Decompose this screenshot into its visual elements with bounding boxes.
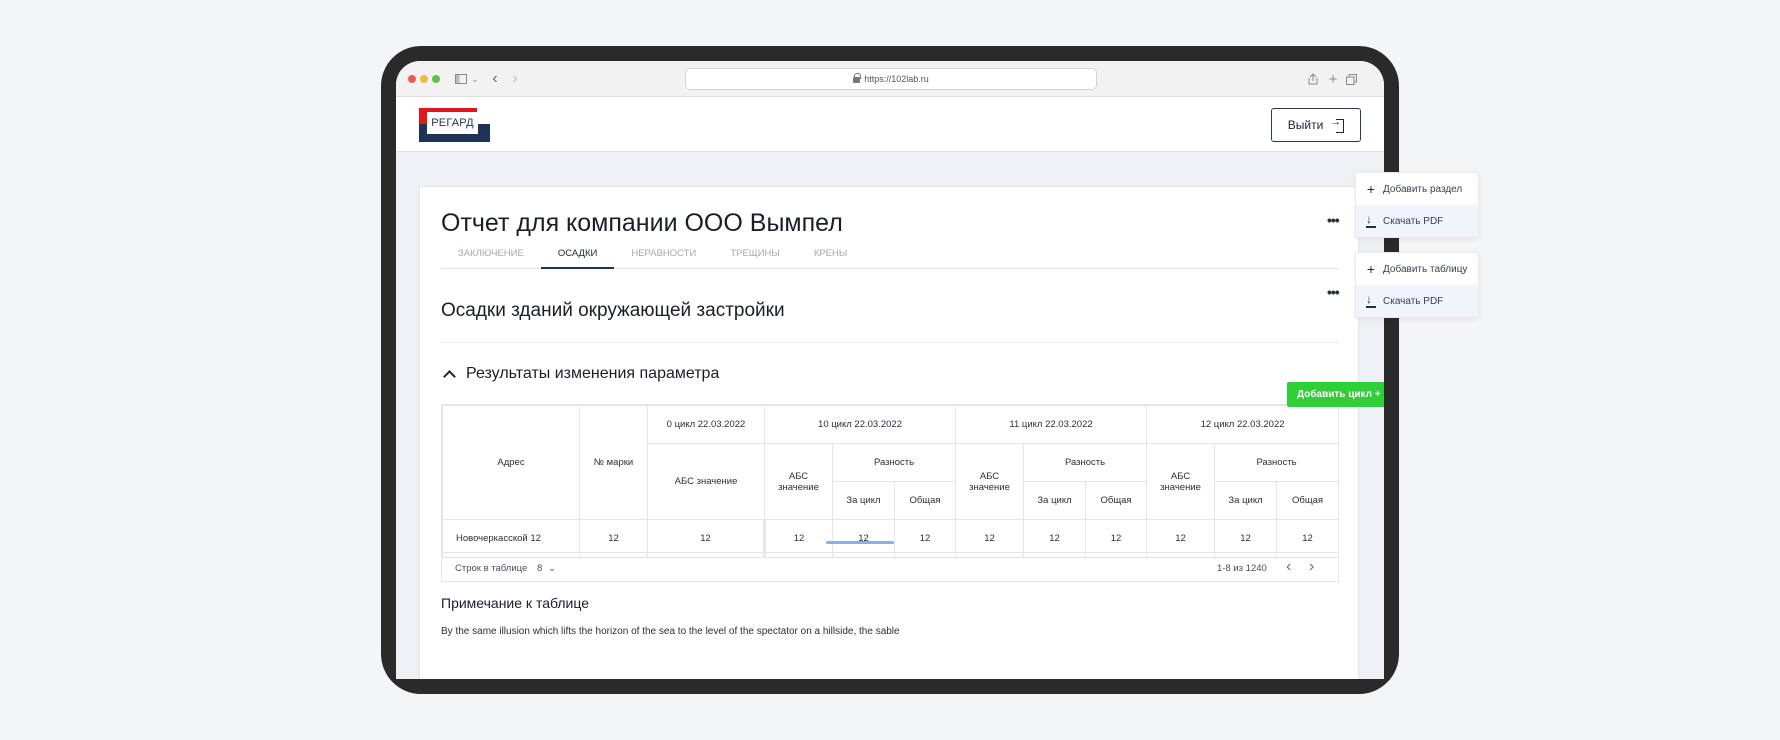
download-pdf-item[interactable]: Скачать PDF bbox=[1356, 285, 1478, 317]
rows-per-page-value: 8 bbox=[537, 563, 543, 574]
table-pagination: Строк в таблице 8 ⌄ 1-8 из 1240 ‹ › bbox=[442, 552, 1338, 582]
maximize-window-button[interactable] bbox=[432, 75, 440, 83]
logout-button[interactable]: Выйти bbox=[1271, 108, 1361, 142]
address-bar[interactable]: https://102lab.ru bbox=[685, 68, 1097, 90]
download-icon bbox=[1366, 292, 1376, 308]
page-title: Отчет для компании ООО Вымпел bbox=[441, 209, 843, 237]
close-window-button[interactable] bbox=[408, 75, 416, 83]
lock-icon bbox=[853, 73, 862, 83]
header-cycle-0: 0 цикл 22.03.2022 bbox=[647, 405, 765, 444]
logout-icon bbox=[1330, 116, 1345, 133]
header-diff-11: Разность bbox=[1023, 443, 1148, 482]
rows-per-page-select[interactable]: 8 ⌄ bbox=[537, 563, 556, 574]
header-mark: № марки bbox=[579, 405, 648, 520]
report-card: Отчет для компании ООО Вымпел ••• ЗАКЛЮЧ… bbox=[419, 186, 1359, 679]
app-header: РЕГАРД Выйти bbox=[396, 97, 1384, 152]
share-icon[interactable] bbox=[1306, 70, 1320, 88]
logout-label: Выйти bbox=[1287, 118, 1324, 132]
pagination-range: 1-8 из 1240 bbox=[1217, 563, 1267, 574]
section-actions-menu: + Добавить раздел Скачать PDF bbox=[1355, 172, 1479, 238]
header-total-11: Общая bbox=[1085, 481, 1148, 520]
header-per-cycle-11: За цикл bbox=[1023, 481, 1087, 520]
chevron-up-icon[interactable] bbox=[443, 370, 456, 383]
new-tab-icon[interactable]: + bbox=[1326, 70, 1340, 88]
header-cycle-10: 10 цикл 22.03.2022 bbox=[763, 405, 957, 444]
horizontal-scrollbar[interactable] bbox=[826, 541, 894, 544]
section-divider bbox=[441, 342, 1339, 343]
header-per-cycle-12: За цикл bbox=[1214, 481, 1278, 520]
minimize-window-button[interactable] bbox=[420, 75, 428, 83]
chevron-down-icon[interactable]: ⌄ bbox=[470, 70, 480, 88]
plus-icon: + bbox=[1366, 261, 1376, 277]
browser-toolbar: ⌄ ‹ › https://102lab.ru + bbox=[396, 61, 1384, 97]
sidebar-toggle-icon[interactable] bbox=[454, 70, 468, 88]
add-section-label: Добавить раздел bbox=[1383, 183, 1463, 195]
header-diff-12: Разность bbox=[1214, 443, 1340, 482]
url-text: https://102lab.ru bbox=[864, 74, 929, 84]
forward-icon[interactable]: › bbox=[508, 70, 522, 88]
header-total-10: Общая bbox=[893, 481, 957, 520]
logo-text: РЕГАРД bbox=[427, 112, 478, 134]
download-icon bbox=[1366, 212, 1376, 228]
chevron-down-icon: ⌄ bbox=[548, 563, 556, 573]
header-total-12: Общая bbox=[1276, 481, 1340, 520]
add-table-label: Добавить таблицу bbox=[1383, 263, 1468, 275]
tab-settlements[interactable]: ОСАДКИ bbox=[540, 247, 615, 269]
report-tabs: ЗАКЛЮЧЕНИЕ ОСАДКИ НЕРАВНОСТИ ТРЕЩИНЫ КРЕ… bbox=[441, 247, 1339, 269]
tab-unevenness[interactable]: НЕРАВНОСТИ bbox=[614, 247, 713, 269]
download-pdf-item[interactable]: Скачать PDF bbox=[1356, 205, 1478, 237]
browser-window: ⌄ ‹ › https://102lab.ru + РЕГАРД Выйти О… bbox=[396, 61, 1384, 679]
tab-rolls[interactable]: КРЕНЫ bbox=[797, 247, 864, 269]
menu-connector bbox=[1385, 238, 1399, 250]
add-cycle-button[interactable]: Добавить цикл + bbox=[1287, 382, 1384, 407]
section-title: Осадки зданий окружающей застройки bbox=[441, 300, 785, 321]
table-actions-menu: + Добавить таблицу Скачать PDF bbox=[1355, 252, 1479, 318]
header-cycle-12: 12 цикл 22.03.2022 bbox=[1146, 405, 1340, 444]
report-more-icon[interactable]: ••• bbox=[1327, 213, 1340, 227]
header-diff-10: Разность bbox=[831, 443, 957, 482]
back-icon[interactable]: ‹ bbox=[488, 70, 502, 88]
header-abs-10: АБС значение bbox=[764, 443, 833, 520]
table-note-title: Примечание к таблице bbox=[441, 595, 590, 611]
header-address: Адрес bbox=[442, 405, 580, 520]
section-more-icon[interactable]: ••• bbox=[1327, 285, 1340, 299]
add-table-item[interactable]: + Добавить таблицу bbox=[1356, 253, 1478, 285]
download-pdf-label: Скачать PDF bbox=[1383, 215, 1444, 227]
tab-conclusion[interactable]: ЗАКЛЮЧЕНИЕ bbox=[441, 247, 541, 269]
header-per-cycle-10: За цикл bbox=[832, 481, 895, 520]
subsection-title: Результаты изменения параметра bbox=[466, 365, 720, 382]
tabs-overview-icon[interactable] bbox=[1344, 70, 1358, 88]
next-page-icon[interactable]: › bbox=[1309, 558, 1314, 576]
add-section-item[interactable]: + Добавить раздел bbox=[1356, 173, 1478, 205]
table-note-text: By the same illusion which lifts the hor… bbox=[441, 626, 900, 637]
header-abs-12: АБС значение bbox=[1146, 443, 1216, 520]
rows-per-page-label: Строк в таблице bbox=[455, 563, 528, 574]
company-logo: РЕГАРД bbox=[419, 108, 490, 142]
header-abs-11: АБС значение bbox=[955, 443, 1025, 520]
results-table: Адрес № марки 0 цикл 22.03.2022 10 цикл … bbox=[441, 404, 1340, 582]
subsection-header[interactable]: Результаты изменения параметра bbox=[441, 365, 719, 383]
prev-page-icon[interactable]: ‹ bbox=[1286, 558, 1291, 576]
header-abs-0: АБС значение bbox=[647, 443, 765, 520]
header-cycle-11: 11 цикл 22.03.2022 bbox=[955, 405, 1148, 444]
tab-cracks[interactable]: ТРЕЩИНЫ bbox=[713, 247, 796, 269]
download-pdf-label: Скачать PDF bbox=[1383, 295, 1444, 307]
plus-icon: + bbox=[1366, 181, 1376, 197]
